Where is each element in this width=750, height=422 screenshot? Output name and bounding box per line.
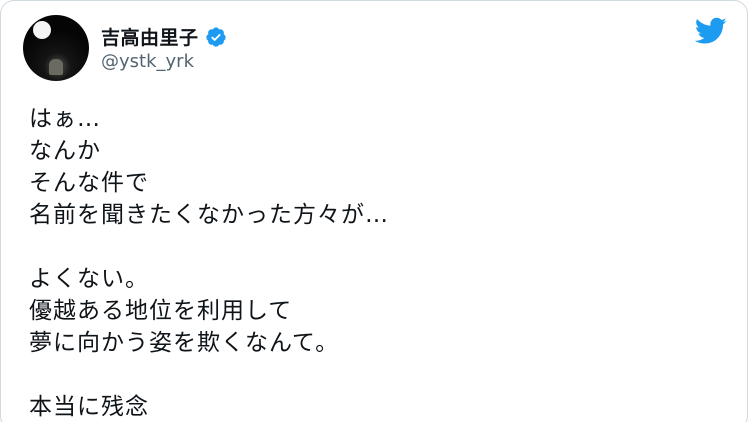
twitter-bird-icon[interactable] [695, 17, 727, 45]
tweet-line: よくない。 [29, 266, 149, 292]
avatar-moon [33, 21, 51, 39]
author-display-name[interactable]: 吉高由里子 [101, 23, 199, 50]
author-handle[interactable]: @ystk_yrk [101, 51, 194, 72]
tweet-line: 本当に残念 [29, 394, 149, 420]
tweet-line: 夢に向かう姿を欺くなんて。 [29, 330, 340, 356]
tweet-line: なんか [29, 138, 101, 164]
tweet-line: 優越ある地位を利用して [29, 298, 293, 324]
avatar[interactable] [23, 15, 89, 81]
avatar-figure [49, 59, 63, 75]
author-name-row: 吉高由里子 [101, 23, 227, 50]
tweet-line: 名前を聞きたくなかった方々が… [29, 202, 389, 228]
tweet-card: 吉高由里子 @ystk_yrk はぁ… なんか そんな件で 名前を聞きたくなかっ… [0, 0, 748, 422]
tweet-text: はぁ… なんか そんな件で 名前を聞きたくなかった方々が… よくない。 優越ある… [29, 103, 727, 422]
tweet-line: そんな件で [29, 170, 149, 196]
tweet-line: はぁ… [29, 106, 101, 132]
verified-badge-icon [205, 26, 226, 47]
